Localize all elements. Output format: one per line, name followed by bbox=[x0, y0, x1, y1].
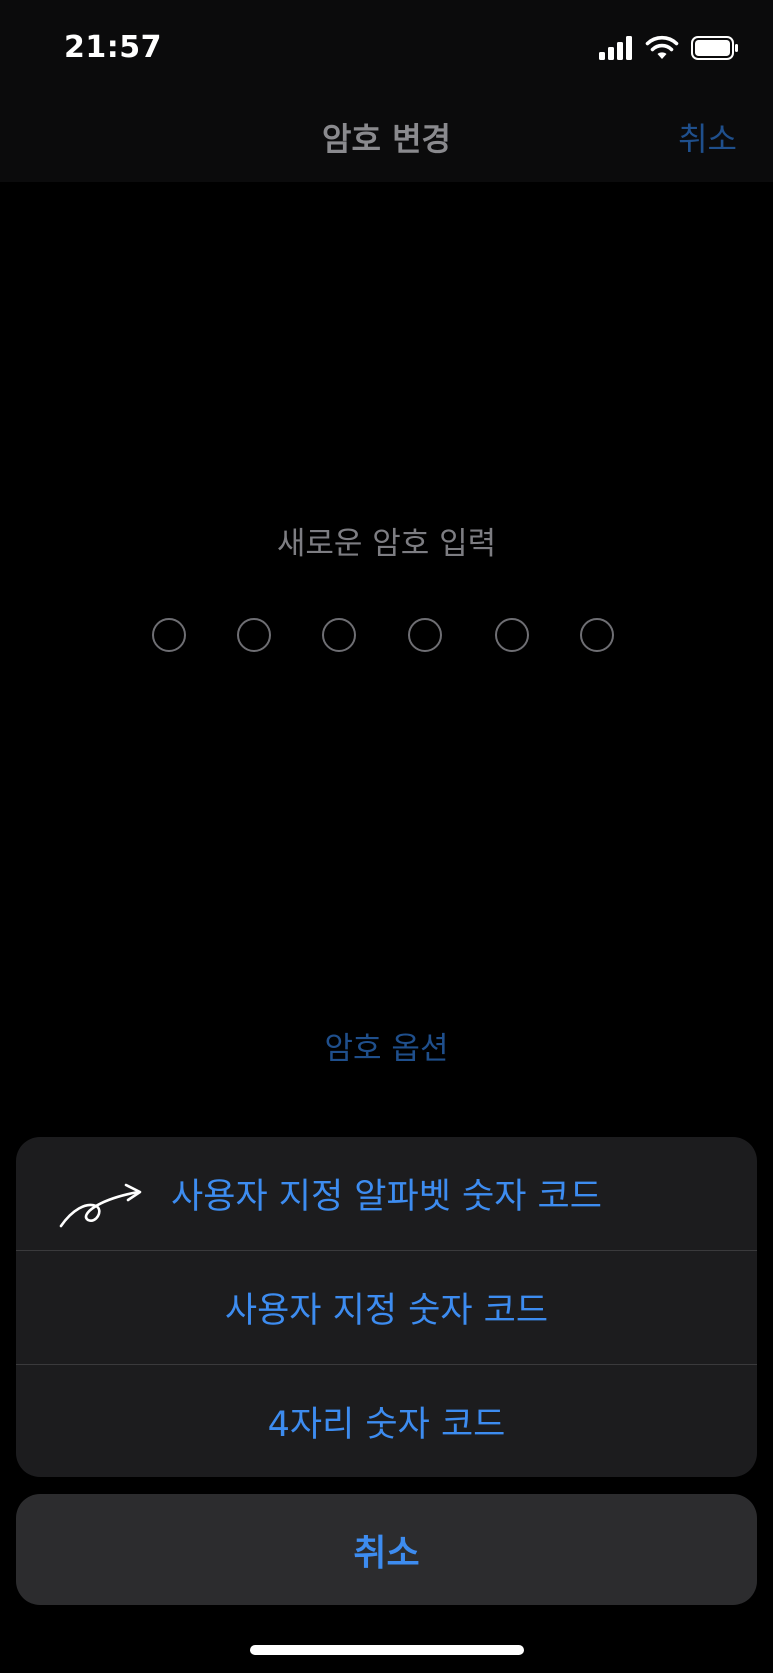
page-title: 암호 변경 bbox=[322, 120, 451, 158]
annotation-arrow-icon bbox=[59, 1183, 142, 1228]
passcode-dot bbox=[322, 618, 356, 652]
option-4-digit-numeric-code[interactable]: 4자리 숫자 코드 bbox=[16, 1365, 757, 1477]
passcode-options-link[interactable]: 암호 옵션 bbox=[0, 1023, 773, 1068]
option-label: 사용자 지정 알파벳 숫자 코드 bbox=[171, 1177, 602, 1217]
sheet-cancel-button[interactable]: 취소 bbox=[16, 1494, 757, 1605]
cellular-signal-icon bbox=[599, 36, 632, 60]
cancel-label: 취소 bbox=[353, 1532, 420, 1574]
passcode-dot bbox=[495, 618, 529, 652]
battery-icon bbox=[691, 36, 738, 60]
option-custom-numeric-code[interactable]: 사용자 지정 숫자 코드 bbox=[16, 1251, 757, 1364]
passcode-dot bbox=[580, 618, 614, 652]
nav-cancel-button[interactable]: 취소 bbox=[678, 114, 737, 160]
option-label: 4자리 숫자 코드 bbox=[267, 1405, 506, 1445]
status-bar: 21:57 bbox=[0, 0, 773, 92]
passcode-dots bbox=[152, 618, 622, 658]
option-label: 사용자 지정 숫자 코드 bbox=[224, 1291, 549, 1331]
home-indicator bbox=[250, 1645, 524, 1655]
passcode-dot bbox=[237, 618, 271, 652]
passcode-dot bbox=[408, 618, 442, 652]
status-icons bbox=[599, 34, 739, 62]
passcode-dot bbox=[152, 618, 186, 652]
status-time: 21:57 bbox=[64, 30, 162, 65]
wifi-icon bbox=[645, 35, 679, 59]
navigation-bar: 암호 변경 취소 bbox=[0, 92, 773, 182]
passcode-prompt: 새로운 암호 입력 bbox=[276, 526, 497, 562]
